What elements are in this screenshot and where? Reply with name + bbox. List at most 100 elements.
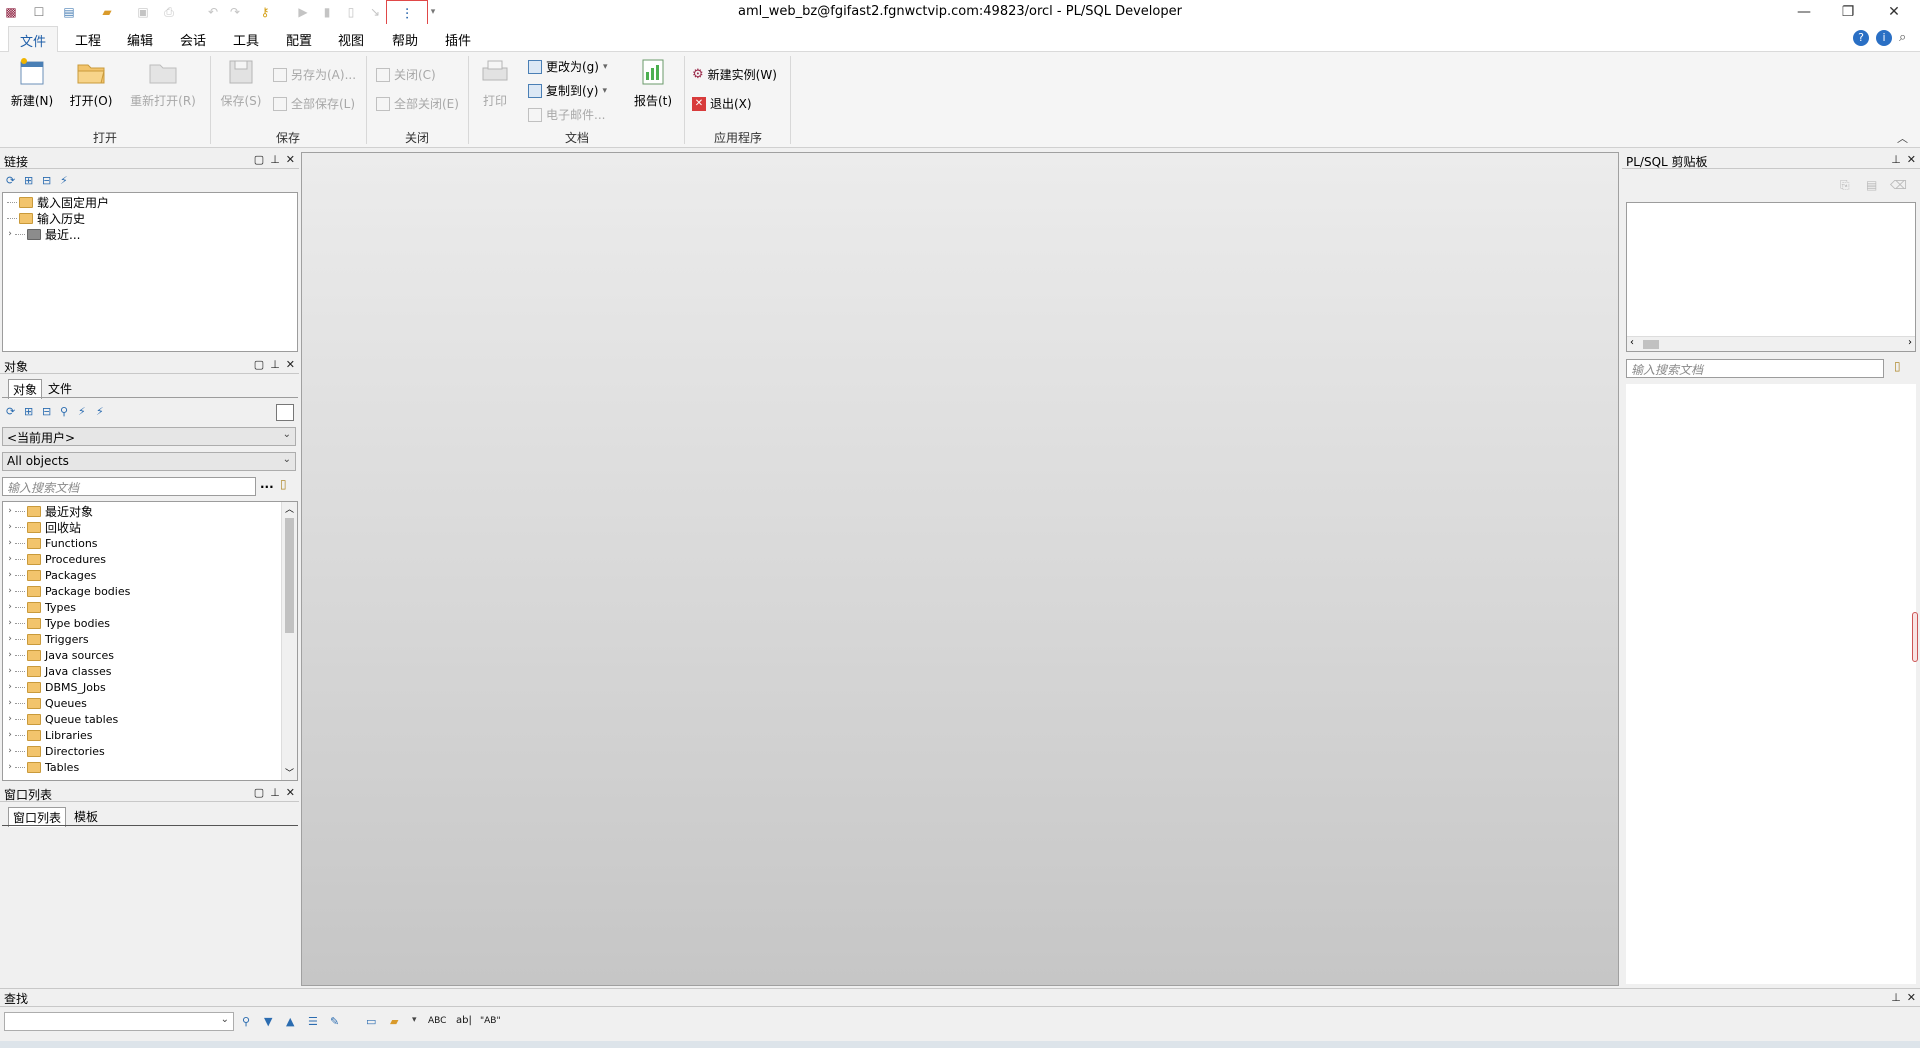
new-search-icon[interactable]: ▯ <box>1894 359 1901 373</box>
find-previous-icon[interactable]: ▲ <box>286 1015 294 1028</box>
tree-item[interactable]: › Queues <box>5 695 87 711</box>
help-icon[interactable]: ? <box>1853 30 1869 46</box>
tree-item[interactable]: › Packages <box>5 567 96 583</box>
user-combo[interactable]: <当前用户> ⌄ <box>2 427 296 446</box>
email-button[interactable]: 电子邮件... <box>528 106 605 123</box>
minimize-icon[interactable]: — <box>1782 0 1826 24</box>
scroll-down-icon[interactable]: ﹀ <box>282 766 297 780</box>
find-next-icon[interactable]: ▼ <box>264 1015 272 1028</box>
mdi-workspace[interactable] <box>301 152 1619 986</box>
tree-item[interactable]: › Libraries <box>5 727 92 743</box>
scrollbar[interactable]: ︿ ﹀ <box>281 502 297 780</box>
tree-item[interactable]: › Tables <box>5 759 79 775</box>
tree-item[interactable]: › Java sources <box>5 647 114 663</box>
chevron-down-icon[interactable]: ▾ <box>412 1015 417 1025</box>
expand-icon[interactable]: › <box>5 506 15 516</box>
tree-item[interactable]: › 回收站 <box>5 519 81 535</box>
reopen-button[interactable]: 重新打开(R) <box>128 56 198 109</box>
scroll-thumb[interactable] <box>285 518 294 633</box>
tree-item[interactable]: › 最近... <box>5 226 80 242</box>
saveall-button[interactable]: 全部保存(L) <box>273 95 355 112</box>
expand-icon[interactable]: › <box>5 746 15 756</box>
regex-button[interactable]: "AB" <box>480 1016 501 1026</box>
expand-icon[interactable]: › <box>5 618 15 628</box>
expand-icon[interactable]: › <box>5 634 15 644</box>
tree-item[interactable]: › Functions <box>5 535 97 551</box>
save-button[interactable]: 保存(S) <box>218 56 264 109</box>
folder-scope-icon[interactable]: ▰ <box>390 1015 398 1028</box>
tree-item[interactable]: › Queue tables <box>5 711 118 727</box>
restore-icon[interactable]: ❐ <box>1826 0 1870 24</box>
print-button[interactable]: 打印 <box>474 56 516 109</box>
expand-all-icon[interactable]: ⊞ <box>24 405 33 418</box>
tree-item[interactable]: 载入固定用户 <box>7 194 109 210</box>
tree-item[interactable]: 输入历史 <box>7 210 85 226</box>
filter-icon[interactable]: ⚡ <box>78 405 86 418</box>
checkbox[interactable] <box>276 404 294 421</box>
expand-icon[interactable]: › <box>5 682 15 692</box>
expand-icon[interactable]: › <box>5 522 15 532</box>
clipboard-search-input[interactable]: 输入搜索文档 <box>1626 359 1884 378</box>
tree-item[interactable]: › Package bodies <box>5 583 130 599</box>
tree-item[interactable]: › Type bodies <box>5 615 110 631</box>
pin-icon[interactable]: ⊥ <box>270 153 280 166</box>
expand-icon[interactable]: › <box>5 570 15 580</box>
close-icon[interactable]: ✕ <box>286 786 295 799</box>
object-type-combo[interactable]: All objects ⌄ <box>2 452 296 471</box>
tree-item[interactable]: › 最近对象 <box>5 503 93 519</box>
scroll-left-icon[interactable]: ‹ <box>1630 337 1634 348</box>
whole-word-icon[interactable]: ab| <box>456 1015 472 1026</box>
tab-session[interactable]: 会话 <box>180 30 206 49</box>
scroll-thumb[interactable] <box>1643 340 1659 349</box>
tab-plugins[interactable]: 插件 <box>445 30 471 49</box>
tree-item[interactable]: › Directories <box>5 743 105 759</box>
scroll-right-icon[interactable]: › <box>1908 337 1912 348</box>
expand-icon[interactable]: › <box>5 666 15 676</box>
tree-item[interactable]: › Procedures <box>5 551 106 567</box>
tab-edit[interactable]: 编辑 <box>127 30 153 49</box>
close-icon[interactable]: ✕ <box>1907 991 1916 1004</box>
highlight-icon[interactable]: ✎ <box>330 1015 339 1028</box>
tree-item[interactable]: › Triggers <box>5 631 88 647</box>
new-search-icon[interactable]: ▯ <box>280 477 287 491</box>
report-button[interactable]: 报告(t) <box>630 56 676 109</box>
tab-view[interactable]: 视图 <box>338 30 364 49</box>
find-icon[interactable]: ⚲ <box>242 1015 250 1028</box>
info-icon[interactable]: i <box>1876 30 1892 46</box>
changeto-button[interactable]: 更改为(g) ▾ <box>528 58 608 75</box>
expand-icon[interactable]: › <box>5 586 15 596</box>
float-icon[interactable]: ▢ <box>254 153 264 166</box>
close-icon[interactable]: ✕ <box>286 153 295 166</box>
tab-window-list[interactable]: 窗口列表 <box>8 807 67 827</box>
exit-button[interactable]: ✕ 退出(X) <box>692 95 752 112</box>
closeall-button[interactable]: 全部关闭(E) <box>376 95 459 112</box>
horizontal-scrollbar[interactable]: ‹ › <box>1627 336 1915 351</box>
close-icon[interactable]: ✕ <box>1907 153 1916 166</box>
tab-help[interactable]: 帮助 <box>392 30 418 49</box>
tree-item[interactable]: › Types <box>5 599 76 615</box>
expand-icon[interactable]: › <box>5 698 15 708</box>
expand-icon[interactable]: › <box>5 538 15 548</box>
tab-templates[interactable]: 模板 <box>70 807 102 826</box>
expand-icon[interactable]: › <box>5 650 15 660</box>
float-icon[interactable]: ▢ <box>254 786 264 799</box>
expand-all-icon[interactable]: ⊞ <box>24 174 33 187</box>
open-button[interactable]: 打开(O) <box>68 56 114 109</box>
match-case-button[interactable]: ABC <box>428 1016 446 1026</box>
new-instance-button[interactable]: ⚙ 新建实例(W) <box>692 66 777 83</box>
connect-icon[interactable]: ⚡ <box>60 174 68 187</box>
expand-icon[interactable]: › <box>5 602 15 612</box>
collapse-all-icon[interactable]: ⊟ <box>42 405 51 418</box>
tree-item[interactable]: › DBMS_Jobs <box>5 679 106 695</box>
expand-icon[interactable]: › <box>5 714 15 724</box>
refresh-icon[interactable]: ⟳ <box>6 405 15 418</box>
expand-icon[interactable]: › <box>5 762 15 772</box>
tab-files[interactable]: 文件 <box>44 379 76 398</box>
close-icon[interactable]: ✕ <box>1872 0 1916 24</box>
side-handle[interactable] <box>1912 612 1918 662</box>
expand-icon[interactable]: › <box>5 229 15 239</box>
tab-file[interactable]: 文件 <box>8 26 59 53</box>
clear-icon[interactable]: ⌫ <box>1890 178 1907 192</box>
scroll-up-icon[interactable]: ︿ <box>282 502 297 516</box>
close-button[interactable]: 关闭(C) <box>376 66 436 83</box>
